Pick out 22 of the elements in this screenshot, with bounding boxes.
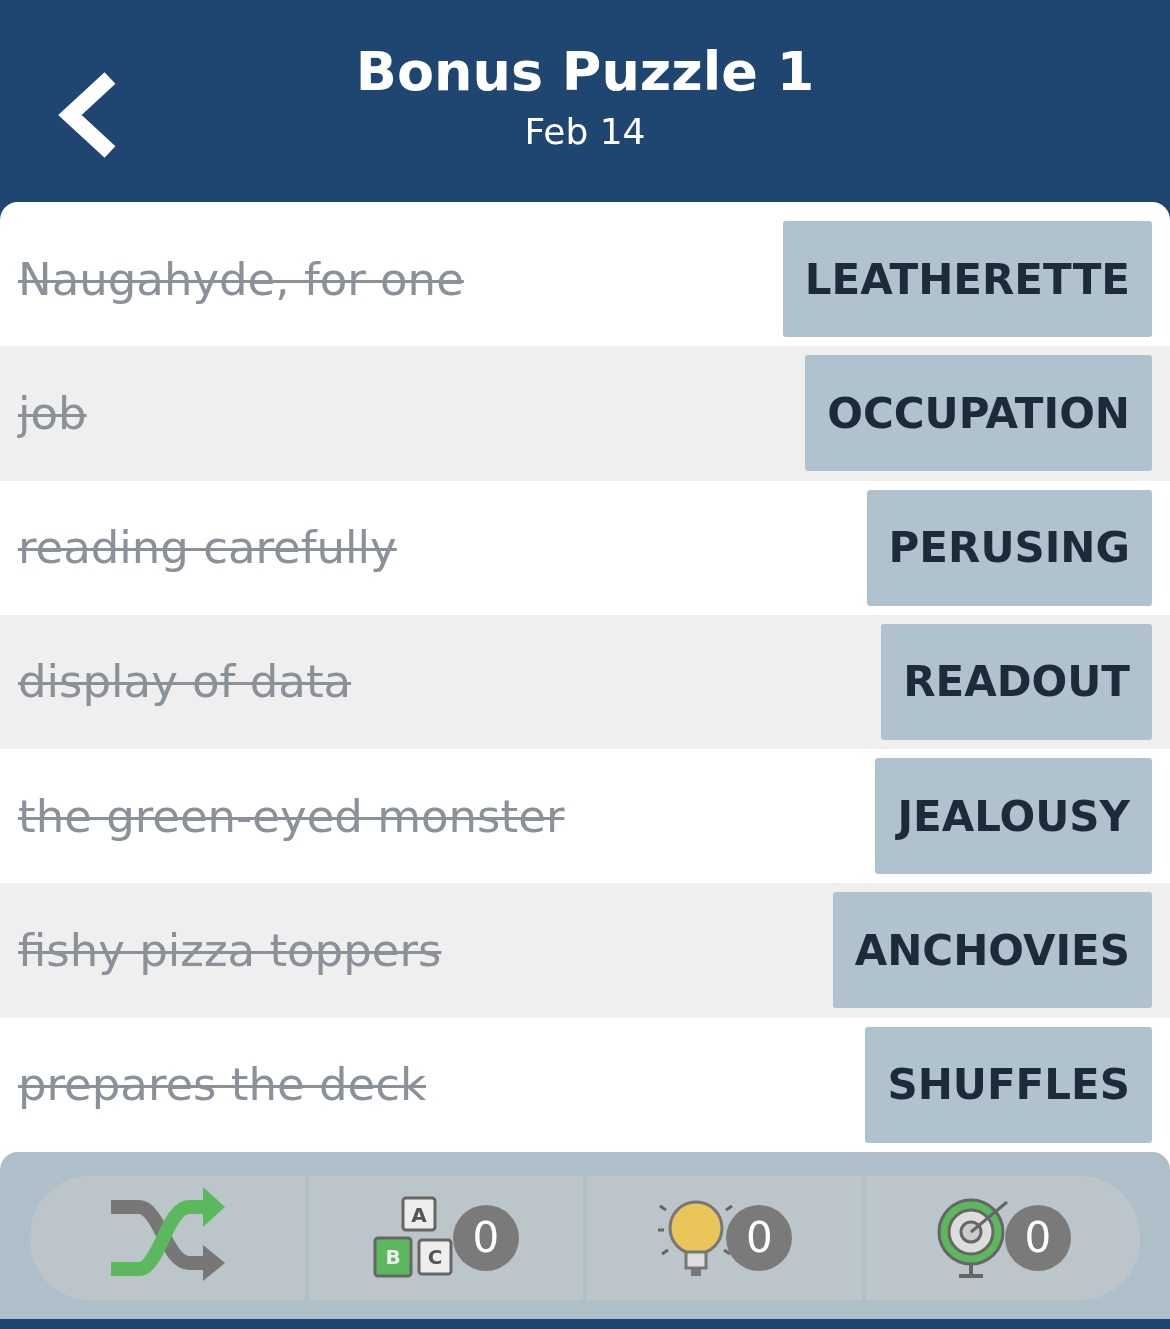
answer-tile: OCCUPATION	[805, 355, 1152, 472]
clue-text: the green-eyed monster	[18, 789, 565, 843]
clue-text: Naugahyde, for one	[18, 252, 464, 306]
puzzle-date: Feb 14	[524, 111, 646, 152]
clue-text: job	[18, 386, 87, 440]
hint-button[interactable]: 0	[583, 1175, 862, 1300]
letters-button[interactable]: A B C 0	[304, 1175, 583, 1300]
clue-text: fishy pizza toppers	[18, 923, 442, 977]
clue-text: display of data	[18, 655, 352, 709]
count-badge: 0	[726, 1204, 793, 1271]
count-badge: 0	[1004, 1204, 1071, 1271]
answer-tile: SHUFFLES	[865, 1026, 1152, 1143]
answer-tile: JEALOUSY	[875, 758, 1152, 875]
answer-tile: READOUT	[881, 623, 1152, 740]
clue-text: prepares the deck	[18, 1058, 427, 1112]
count-badge: 0	[452, 1204, 519, 1271]
answer-tile: ANCHOVIES	[832, 892, 1152, 1009]
target-button[interactable]: 0	[861, 1175, 1140, 1300]
clue-text: reading carefully	[18, 521, 397, 575]
answer-tile: PERUSING	[866, 489, 1152, 606]
answer-tile: LEATHERETTE	[782, 221, 1152, 338]
puzzle-title: Bonus Puzzle 1	[355, 40, 815, 103]
